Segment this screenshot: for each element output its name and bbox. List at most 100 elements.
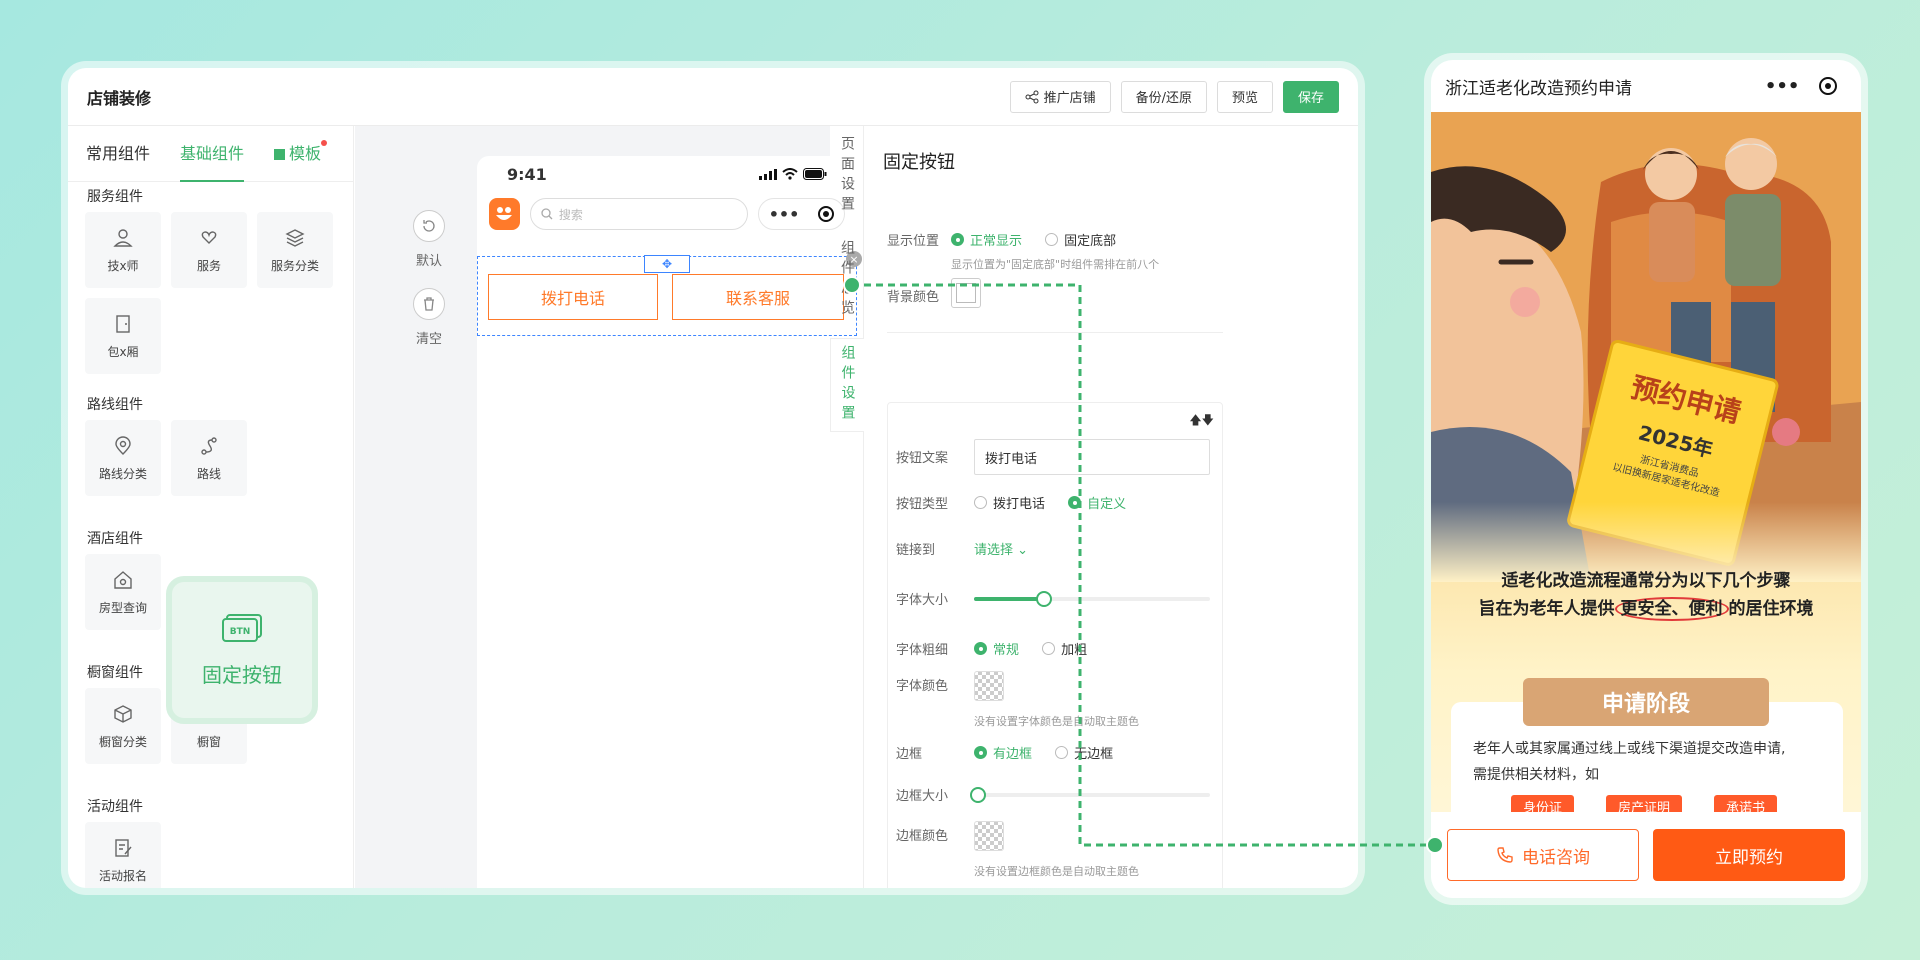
clear-action[interactable]: 清空 — [413, 288, 445, 347]
component-service[interactable]: 服务 — [171, 212, 247, 288]
component-label: 技x师 — [107, 258, 139, 273]
border-color-picker[interactable] — [974, 821, 1004, 851]
design-canvas: 默认 清空 9:41 搜索 ••• ✥ × 拨打电话 联系客服 — [355, 126, 862, 888]
phone-icon — [1497, 847, 1513, 863]
font-color-label: 字体颜色 — [896, 679, 949, 694]
display-position-options: 正常显示 固定底部 — [951, 230, 1134, 250]
component-label: 服务 — [196, 258, 221, 273]
radio-no-border[interactable]: 无边框 — [1055, 743, 1113, 762]
mobile-preview: 浙江适老化改造预约申请 ••• 预约申请 2025年 浙江省消费品 以旧换新居家… — [1431, 60, 1861, 898]
target-icon[interactable] — [1819, 77, 1838, 95]
tab-page-settings[interactable]: 页面设置 — [830, 136, 864, 216]
stage-text-2: 需提供相关材料，如 — [1473, 767, 1599, 783]
mini-program-capsule[interactable]: ••• — [1755, 70, 1847, 102]
border-size-label: 边框大小 — [896, 789, 949, 804]
button-text-label: 按钮文案 — [896, 451, 949, 466]
radio-normal-display[interactable]: 正常显示 — [951, 230, 1022, 249]
link-label: 链接到 — [896, 543, 936, 558]
route-icon — [201, 436, 217, 455]
move-handle-icon[interactable]: ✥ — [644, 255, 690, 273]
preview-button[interactable]: 预览 — [1216, 80, 1273, 113]
radio-fixed-bottom[interactable]: 固定底部 — [1045, 230, 1116, 249]
slider-knob[interactable] — [1036, 591, 1052, 607]
button-config-card: 🡅🡇 按钮文案 拨打电话 按钮类型 拨打电话 自定义 链接到 请选择 ⌄ 字体大… — [887, 402, 1223, 888]
settings-panel: 固定按钮 显示位置 正常显示 固定底部 显示位置为"固定底部"时组件需排在前八个… — [865, 126, 1358, 888]
preview-title: 浙江适老化改造预约申请 — [1445, 78, 1632, 99]
button-text-input[interactable]: 拨打电话 — [974, 439, 1210, 475]
dragging-fixed-button-card[interactable]: BTN 固定按钮 — [166, 576, 318, 724]
border-size-slider[interactable] — [970, 787, 1210, 803]
component-private-room[interactable]: 包x厢 — [85, 298, 161, 374]
stage-title: 申请阶段 — [1601, 692, 1690, 717]
radio-label: 固定底部 — [1064, 234, 1117, 249]
tag-commitment: 承诺书 — [1714, 795, 1778, 812]
component-label: 路线 — [196, 466, 221, 481]
radio-custom[interactable]: 自定义 — [1068, 493, 1126, 512]
tab-templates[interactable]: 模板 — [274, 126, 328, 182]
component-service-category[interactable]: 服务分类 — [257, 212, 333, 288]
book-now-button[interactable]: 立即预约 — [1653, 829, 1845, 881]
save-button[interactable]: 保存 — [1282, 80, 1339, 113]
phone-consult-button[interactable]: 电话咨询 — [1447, 829, 1639, 881]
component-route[interactable]: 路线 — [171, 420, 247, 496]
button-type-label: 按钮类型 — [896, 497, 949, 512]
button-type-options: 拨打电话 自定义 — [974, 493, 1144, 513]
tag-property-proof: 房产证明 — [1606, 795, 1683, 812]
bg-color-picker[interactable] — [951, 278, 981, 308]
call-phone-button[interactable]: 拨打电话 — [488, 274, 658, 320]
font-weight-label: 字体粗细 — [896, 643, 949, 658]
wifi-icon — [782, 168, 798, 180]
component-label: 房型查询 — [98, 600, 147, 615]
radio-label: 常规 — [993, 643, 1020, 658]
tab-component-settings[interactable]: 组件设置 — [830, 338, 864, 432]
tab-common-components[interactable]: 常用组件 — [86, 126, 150, 182]
component-window-category[interactable]: 橱窗分类 — [85, 688, 161, 764]
component-activity-signup[interactable]: 活动报名 — [85, 822, 161, 888]
chevron-down-icon: ⌄ — [1017, 543, 1029, 558]
divider — [887, 332, 1223, 333]
reset-icon — [413, 210, 445, 242]
person-icon — [113, 228, 133, 247]
settings-title: 固定按钮 — [883, 152, 955, 173]
slider-knob[interactable] — [970, 787, 986, 803]
font-size-slider[interactable] — [974, 591, 1210, 607]
component-route-category[interactable]: 路线分类 — [85, 420, 161, 496]
link-select[interactable]: 请选择 ⌄ — [974, 539, 1028, 558]
radio-bold[interactable]: 加粗 — [1042, 639, 1087, 658]
fixed-button-bar: 电话咨询 立即预约 — [1431, 812, 1861, 898]
shop-logo-icon — [489, 198, 520, 230]
radio-call-phone[interactable]: 拨打电话 — [974, 493, 1045, 512]
radio-regular[interactable]: 常规 — [974, 639, 1019, 658]
contact-service-button[interactable]: 联系客服 — [672, 274, 844, 320]
group-title-route: 路线组件 — [87, 397, 143, 413]
radio-has-border[interactable]: 有边框 — [974, 743, 1032, 762]
component-label: 橱窗 — [196, 734, 221, 749]
tab-component-overview[interactable]: 组件总览 — [830, 240, 864, 320]
template-icon — [274, 148, 286, 160]
font-color-picker[interactable] — [974, 671, 1004, 701]
poster-line-2b: 更安全、便利 — [1614, 597, 1729, 621]
more-dots-icon[interactable]: ••• — [1765, 76, 1800, 97]
stage-text-1: 老年人或其家属通过线上或线下渠道提交改造申请, — [1473, 741, 1786, 757]
status-bar: 9:41 — [477, 156, 857, 192]
search-input[interactable]: 搜索 — [529, 198, 749, 230]
radio-label: 加粗 — [1061, 643, 1088, 658]
clear-label: 清空 — [415, 332, 442, 347]
component-room-search[interactable]: 房型查询 — [85, 554, 161, 630]
editor-window: 店铺装修 推广店铺 备份/还原 预览 保存 常用组件 基础组件 模板 服务组件 … — [68, 68, 1358, 888]
backup-restore-button[interactable]: 备份/还原 — [1120, 80, 1207, 113]
component-technician[interactable]: 技x师 — [85, 212, 161, 288]
selected-fixed-button-component[interactable]: ✥ × 拨打电话 联系客服 — [477, 251, 862, 336]
border-color-label: 边框颜色 — [896, 829, 949, 844]
tab-basic-components[interactable]: 基础组件 — [180, 126, 245, 182]
poster-illustration: 预约申请 2025年 浙江省消费品 以旧换新居家适老化改造 适老化改造流程通常分… — [1431, 112, 1861, 812]
search-placeholder: 搜索 — [558, 207, 583, 222]
promote-store-button[interactable]: 推广店铺 — [1009, 80, 1111, 113]
reset-default-action[interactable]: 默认 — [413, 210, 445, 269]
reset-label: 默认 — [415, 254, 442, 269]
display-position-label: 显示位置 — [887, 234, 940, 249]
font-size-label: 字体大小 — [896, 593, 949, 608]
more-dots-icon[interactable]: ••• — [769, 205, 800, 224]
poster-line-2c: 的居住环境 — [1728, 599, 1814, 619]
sort-arrows-icon[interactable]: 🡅🡇 — [1189, 411, 1214, 432]
